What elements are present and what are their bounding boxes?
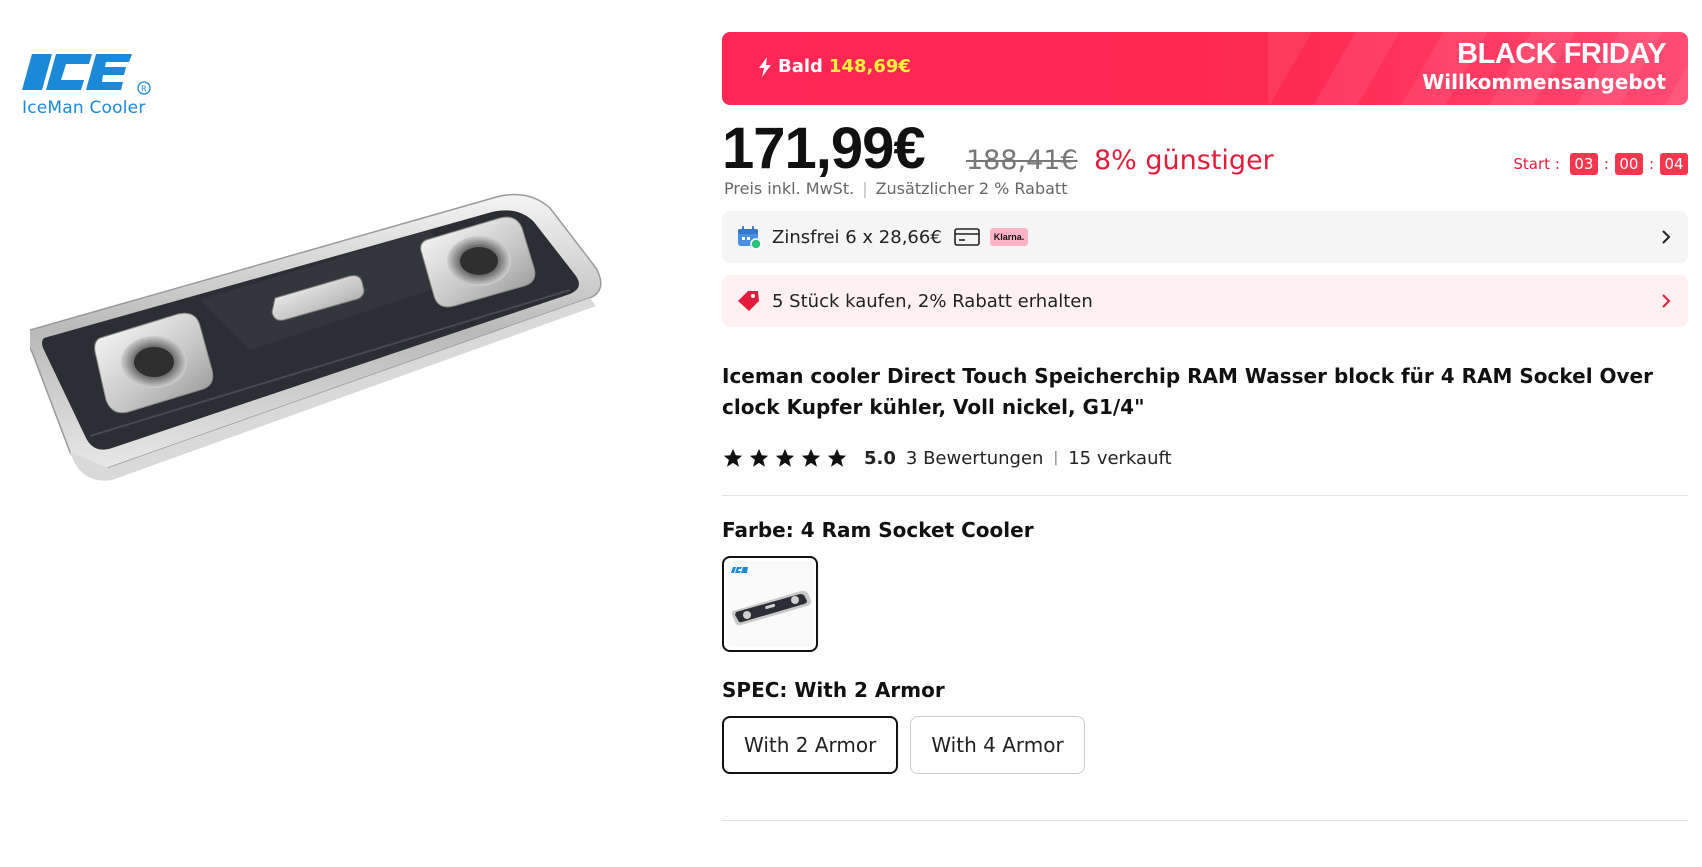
promo-soon-price: Bald 148,69€	[758, 56, 911, 77]
promo-soon-value: 148,69€	[828, 56, 911, 77]
calendar-icon	[738, 226, 762, 250]
extra-discount-note: Zusätzlicher 2 % Rabatt	[875, 179, 1068, 198]
spec-label: SPEC: With 2 Armor	[722, 678, 945, 702]
card-icon	[953, 228, 980, 246]
promo-soon-label: Bald	[778, 56, 823, 77]
brand-name: IceMan Cooler	[22, 98, 146, 118]
divider	[722, 495, 1688, 496]
bulk-discount-text: 5 Stück kaufen, 2% Rabatt erhalten	[772, 290, 1093, 312]
star-icon	[723, 448, 743, 467]
countdown-seconds: 04	[1660, 153, 1688, 175]
color-label: Farbe: 4 Ram Socket Cooler	[722, 518, 1034, 542]
countdown-hours: 03	[1569, 153, 1598, 175]
product-image-area: R IceMan Cooler	[0, 0, 700, 867]
star-icon	[801, 448, 821, 467]
star-rating	[722, 447, 852, 469]
klarna-badge: Klarna.	[989, 228, 1029, 246]
tag-icon	[738, 291, 759, 311]
rating-row[interactable]: 5.0 3 Bewertungen | 15 verkauft	[722, 443, 1688, 473]
bolt-icon	[759, 56, 771, 77]
price-note: Preis inkl. MwSt. | Zusätzlicher 2 % Rabat…	[724, 179, 1068, 198]
countdown-timer: Start : 03 : 00 : 04	[1513, 153, 1688, 175]
product-title: Iceman cooler Direct Touch Speicherchip …	[722, 364, 1653, 419]
svg-text:R: R	[141, 85, 147, 94]
spec-option-2-armor[interactable]: With 2 Armor	[722, 716, 899, 774]
product-photo[interactable]	[30, 190, 650, 520]
countdown-label: Start :	[1513, 155, 1560, 173]
black-friday-banner[interactable]: Bald 148,69€ BLACK FRIDAY Willkommensang…	[722, 32, 1688, 105]
divider	[722, 820, 1688, 821]
spec-options: With 2 Armor With 4 Armor	[722, 716, 1688, 774]
bulk-discount-row[interactable]: 5 Stück kaufen, 2% Rabatt erhalten	[722, 275, 1688, 327]
promo-subtitle: Willkommensangebot	[1422, 70, 1666, 94]
purchase-panel: Bald 148,69€ BLACK FRIDAY Willkommensang…	[722, 32, 1688, 821]
tax-note: Preis inkl. MwSt.	[724, 179, 855, 198]
review-count[interactable]: 3 Bewertungen	[906, 448, 1044, 469]
installment-text: Zinsfrei 6 x 28,66€	[772, 226, 942, 248]
spec-option-4-armor[interactable]: With 4 Armor	[910, 716, 1085, 774]
current-price: 171,99€	[722, 116, 926, 181]
brand-logo: R IceMan Cooler	[22, 52, 162, 122]
star-icon	[775, 448, 795, 467]
original-price: 188,41€	[966, 145, 1078, 176]
sold-count: 15 verkauft	[1068, 447, 1172, 469]
chevron-right-icon[interactable]	[1660, 291, 1672, 311]
iceman-logo-icon: R	[22, 54, 151, 95]
countdown-minutes: 00	[1614, 153, 1643, 175]
price-section: 171,99€ 188,41€ 8% günstiger Preis inkl.…	[722, 105, 1688, 201]
promo-headline: BLACK FRIDAY Willkommensangebot	[1422, 38, 1666, 94]
discount-label: 8% günstiger	[1094, 145, 1274, 176]
rating-score: 5.0	[864, 447, 896, 469]
installment-row[interactable]: Zinsfrei 6 x 28,66€ Klarna.	[722, 211, 1688, 263]
swatch-thumbnail	[731, 567, 811, 626]
color-swatch-4-ram-socket[interactable]	[722, 556, 818, 652]
star-icon	[827, 448, 847, 467]
star-icon	[749, 448, 769, 467]
chevron-right-icon[interactable]	[1660, 227, 1672, 247]
promo-title: BLACK FRIDAY	[1457, 38, 1666, 70]
